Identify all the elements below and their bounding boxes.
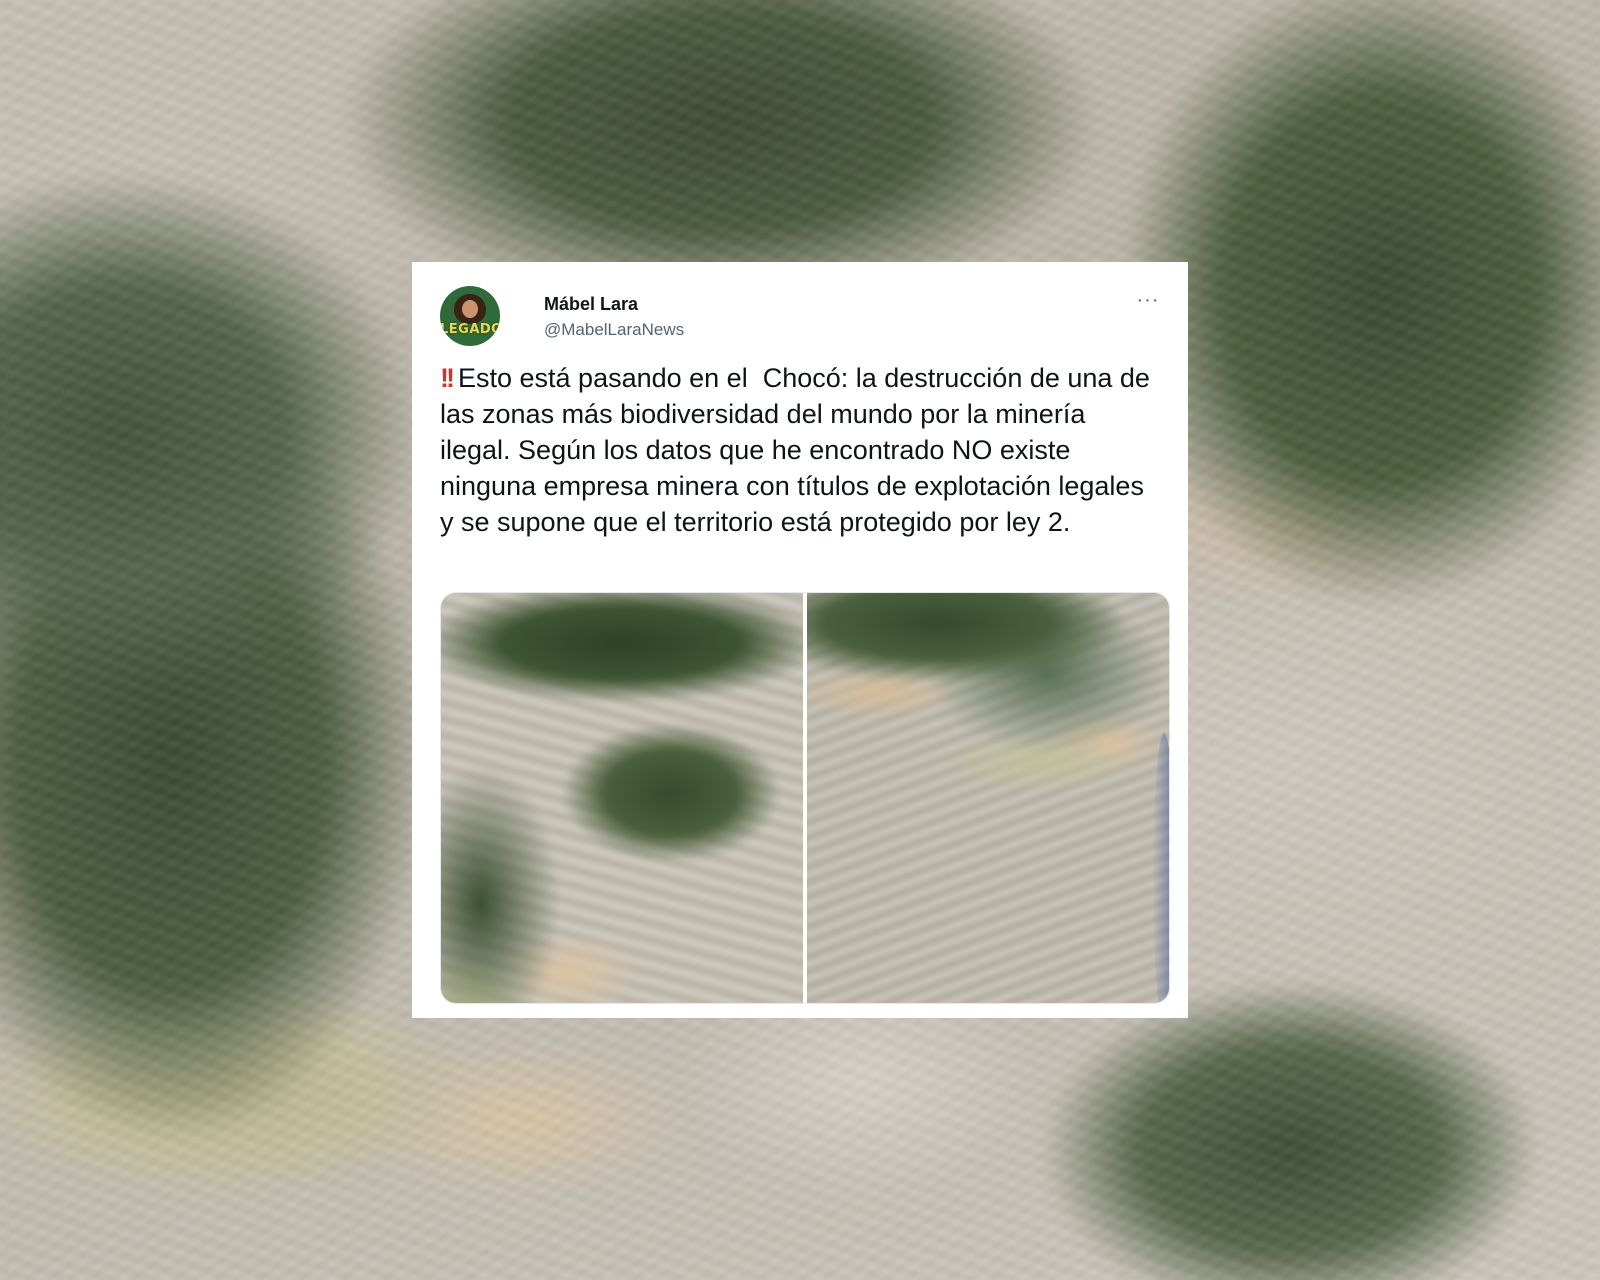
tweet-media-grid — [440, 592, 1170, 1004]
media-photo-2[interactable] — [807, 593, 1169, 1003]
tweet-body: Esto está pasando en el Chocó: la destru… — [440, 363, 1159, 537]
tweet-header: LEGADO Mábel Lara @MabelLaraNews ··· — [440, 274, 1168, 346]
more-options-button[interactable]: ··· — [1134, 288, 1162, 312]
more-horizontal-icon: ··· — [1136, 288, 1160, 311]
double-exclamation-icon: !! — [440, 363, 455, 393]
avatar[interactable]: LEGADO — [440, 286, 500, 346]
avatar-face — [462, 300, 478, 318]
avatar-logo-text: LEGADO — [440, 322, 500, 337]
author-block[interactable]: Mábel Lara @MabelLaraNews — [544, 292, 684, 342]
tweet-text: !! Esto está pasando en el Chocó: la dest… — [440, 360, 1160, 540]
tweet-card[interactable]: LEGADO Mábel Lara @MabelLaraNews ··· !! E… — [412, 262, 1188, 1018]
author-display-name[interactable]: Mábel Lara — [544, 292, 684, 316]
author-handle[interactable]: @MabelLaraNews — [544, 318, 684, 342]
aircraft-window-edge — [1153, 733, 1169, 1003]
media-photo-1[interactable] — [441, 593, 803, 1003]
